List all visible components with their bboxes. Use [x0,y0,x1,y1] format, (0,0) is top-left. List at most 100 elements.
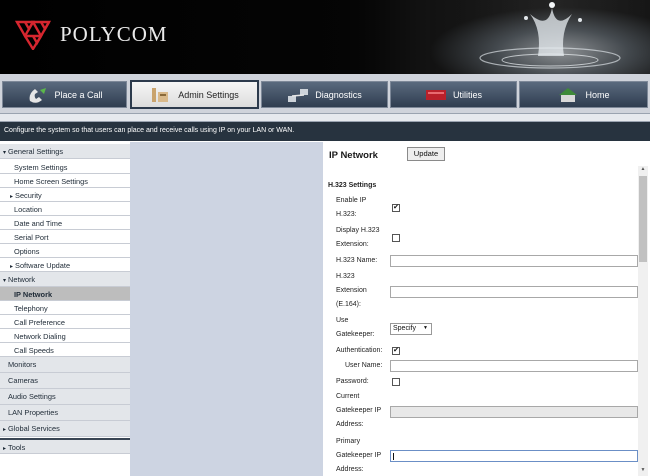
label-line: Display H.323 [336,227,380,234]
header-banner: POLYCOM [0,0,650,74]
sidebar-item-lan-properties[interactable]: LAN Properties [0,405,130,421]
sidebar-item-options[interactable]: Options [0,244,130,258]
h323-extension-label: H.323 Extension (E.164): [336,270,367,312]
chevron-down-icon: ▼ [423,325,428,331]
page-description: Configure the system so that users can p… [0,122,650,141]
use-gatekeeper-select[interactable]: Specify ▼ [390,323,432,335]
sidebar-item-serial-port[interactable]: Serial Port [0,230,130,244]
nav-label: Utilities [452,89,482,100]
label-line: H.323 [336,273,355,280]
sidebar-item-label: Audio Settings [8,392,56,401]
nav-diagnostics[interactable]: Diagnostics [261,81,388,108]
sidebar-item-network-dialing[interactable]: Network Dialing [0,329,130,343]
nav-admin-settings[interactable]: Admin Settings [130,80,259,109]
label-line: Address: [336,421,364,428]
display-h323-extension-label: Display H.323 Extension: [336,224,380,252]
nav-place-a-call[interactable]: Place a Call [2,81,127,108]
sidebar-item-label: Call Speeds [14,346,54,355]
phone-icon [30,87,47,103]
sidebar-item-software-update[interactable]: ▸ Software Update [0,258,130,272]
scroll-up-icon[interactable]: ▲ [638,166,648,175]
nav-utilities[interactable]: Utilities [390,81,517,108]
screen: { "header":{"brand":"POLYCOM"}, "nav":{"… [0,0,650,476]
nav-home[interactable]: Home [519,81,648,108]
sidebar-item-ip-network[interactable]: IP Network [0,287,130,301]
sidebar-item-general-settings[interactable]: ▾ General Settings [0,144,130,159]
sidebar-item-label: IP Network [14,290,53,299]
sidebar-item-global-services[interactable]: ▸ Global Services [0,421,130,437]
scroll-thumb[interactable] [639,176,647,262]
form-scrollbar[interactable]: ▲ ▼ [638,166,648,476]
label-line: Primary [336,438,361,445]
sidebar-item-label: Telephony [14,304,48,313]
label-line: H.323: [336,211,357,218]
label-line: Enable IP [336,197,367,204]
password-checkbox[interactable] [392,378,400,386]
sidebar-item-location[interactable]: Location [0,202,130,216]
password-label: Password: [336,378,369,385]
main-nav: Place a Call Admin Settings Diagnostics … [0,74,650,114]
nav-label: Home [585,89,610,100]
sidebar-item-label: Call Preference [14,318,65,327]
user-name-input[interactable] [390,360,638,372]
nav-label: Place a Call [54,89,103,100]
expand-right-icon: ▸ [10,194,14,200]
content-spacer [130,142,323,476]
section-heading-h323: H.323 Settings [328,182,377,189]
sidebar-item-call-preference[interactable]: Call Preference [0,315,130,329]
expand-right-icon: ▸ [3,446,7,452]
user-name-label: User Name: [345,362,383,369]
ip-network-form: IP Network Update H.323 Settings Enable … [323,142,650,476]
authentication-checkbox[interactable]: ✔ [392,347,400,355]
home-icon [559,87,578,102]
h323-name-input[interactable] [390,255,638,267]
sidebar: ▾ General Settings System Settings Home S… [0,142,130,476]
primary-gatekeeper-ip-input[interactable] [390,450,638,462]
sidebar-item-label: Location [14,205,42,214]
page-title: IP Network [329,150,378,161]
sidebar-item-label: Options [14,247,40,256]
label-line: Current [336,393,360,400]
current-gatekeeper-ip-field [390,406,638,418]
sidebar-item-label: Home Screen Settings [14,177,88,186]
expand-down-icon: ▾ [3,150,7,156]
sidebar-item-label: General Settings [8,147,64,156]
sidebar-item-call-speeds[interactable]: Call Speeds [0,343,130,357]
text-caret [393,453,394,460]
select-value: Specify [393,325,416,332]
sidebar-item-security[interactable]: ▸ Security [0,188,130,202]
current-gatekeeper-ip-label: Current Gatekeeper IP Address: [336,390,381,432]
sidebar-item-label: LAN Properties [8,408,59,417]
authentication-label: Authentication: [336,347,383,354]
h323-extension-input[interactable] [390,286,638,298]
sidebar-item-monitors[interactable]: Monitors [0,357,130,373]
sidebar-item-audio-settings[interactable]: Audio Settings [0,389,130,405]
sidebar-item-label: Network Dialing [14,332,66,341]
sidebar-item-label: Security [15,191,42,200]
sidebar-item-system-settings[interactable]: System Settings [0,160,130,174]
label-line: Extension [336,287,367,294]
sidebar-item-home-screen-settings[interactable]: Home Screen Settings [0,174,130,188]
sidebar-item-date-and-time[interactable]: Date and Time [0,216,130,230]
h323-name-label: H.323 Name: [336,257,378,264]
expand-right-icon: ▸ [10,264,14,270]
enable-ip-h323-checkbox[interactable]: ✔ [392,204,400,212]
sidebar-item-telephony[interactable]: Telephony [0,301,130,315]
sidebar-item-cameras[interactable]: Cameras [0,373,130,389]
nav-sub-strip [0,114,650,122]
sidebar-item-network[interactable]: ▾ Network [0,272,130,287]
sidebar-item-tools[interactable]: ▸ Tools [0,438,130,454]
label-line: Gatekeeper IP [336,452,382,459]
expand-right-icon: ▸ [3,427,7,433]
scroll-down-icon[interactable]: ▼ [638,467,648,476]
enable-ip-h323-label: Enable IP H.323: [336,194,366,222]
label-line: Gatekeeper IP [336,407,382,414]
sidebar-item-label: Network [8,275,36,284]
sidebar-item-label: Software Update [15,261,71,270]
primary-gatekeeper-ip-label: Primary Gatekeeper IP Address: [336,435,381,476]
nav-label: Diagnostics [315,89,362,100]
display-h323-extension-checkbox[interactable] [392,234,400,242]
label-line: Address: [336,466,364,473]
use-gatekeeper-label: Use Gatekeeper: [336,314,375,342]
update-button[interactable]: Update [407,147,445,161]
